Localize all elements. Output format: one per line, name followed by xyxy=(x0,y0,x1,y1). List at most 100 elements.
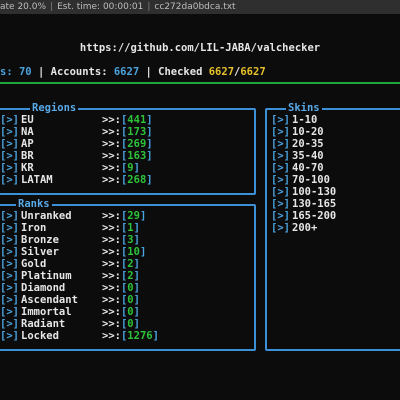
row-marker: [>] xyxy=(0,318,19,330)
skins-label: 130-165 xyxy=(292,198,337,210)
row-marker: [>] xyxy=(0,330,19,342)
row-value: >>:[3] xyxy=(102,234,140,246)
row-value: >>:[29] xyxy=(102,210,146,222)
ranks-panel: Ranks [>] Unranked >>:[29] [>] Iron >>:[1] [>]… xyxy=(0,198,256,351)
arrow-glyph: >>: xyxy=(102,210,121,222)
arrow-glyph: >>: xyxy=(102,306,121,318)
regions-count: 268 xyxy=(127,174,147,186)
regions-row: [>] AP >>:[269] xyxy=(0,138,254,150)
row-value: >>:[0] xyxy=(102,306,140,318)
row-marker: [>] xyxy=(0,270,19,282)
progress-divider xyxy=(0,82,400,84)
regions-count: 441 xyxy=(127,114,147,126)
arrow-glyph: >>: xyxy=(102,222,121,234)
ranks-row: [>] Locked >>:[1276] xyxy=(0,330,254,342)
threads-value: 70 xyxy=(18,66,32,78)
row-marker: [>] xyxy=(271,186,290,198)
row-value: >>:[2] xyxy=(102,270,140,282)
ranks-row: [>] Unranked >>:[29] xyxy=(0,210,254,222)
ranks-row: [>] Diamond >>:[0] xyxy=(0,282,254,294)
bracket-close: ] xyxy=(139,210,147,222)
ranks-count: 1276 xyxy=(127,330,153,342)
skins-label: 40-70 xyxy=(292,162,324,174)
row-value: >>:[0] xyxy=(102,318,140,330)
regions-label: LATAM xyxy=(21,174,53,186)
bracket-close: ] xyxy=(133,318,140,330)
regions-label: KR xyxy=(21,162,34,174)
ranks-row: [>] Iron >>:[1] xyxy=(0,222,254,234)
bracket-close: ] xyxy=(133,270,140,282)
ranks-label: Diamond xyxy=(21,282,66,294)
row-marker: [>] xyxy=(0,150,19,162)
est-time-text: Est. time: 00:00:01 xyxy=(57,2,144,12)
regions-count: 173 xyxy=(127,126,147,138)
row-marker: [>] xyxy=(271,162,290,174)
row-value: >>:[173] xyxy=(102,126,153,138)
accounts-label: Accounts: xyxy=(50,66,108,78)
row-marker: [>] xyxy=(0,210,19,222)
bracket-close: ] xyxy=(133,306,140,318)
ranks-label: Silver xyxy=(21,246,59,258)
row-value: >>:[268] xyxy=(102,174,153,186)
row-value: >>:[441] xyxy=(102,114,153,126)
regions-row: [>] KR >>:[9] xyxy=(0,162,254,174)
arrow-glyph: >>: xyxy=(102,330,121,342)
ranks-row: [>] Gold >>:[2] xyxy=(0,258,254,270)
row-marker: [>] xyxy=(0,174,19,186)
row-marker: [>] xyxy=(271,210,290,222)
bracket-close: ] xyxy=(139,246,147,258)
row-marker: [>] xyxy=(0,234,19,246)
arrow-glyph: >>: xyxy=(102,318,121,330)
regions-count: 269 xyxy=(127,138,147,150)
ranks-row: [>] Platinum >>:[2] xyxy=(0,270,254,282)
skins-label: 1-10 xyxy=(292,114,318,126)
ranks-label: Platinum xyxy=(21,270,72,282)
row-value: >>:[10] xyxy=(102,246,146,258)
arrow-glyph: >>: xyxy=(102,150,121,162)
repo-url: https://github.com/LIL-JABA/valchecker xyxy=(79,42,321,54)
titlebar-separator: | xyxy=(50,2,54,12)
regions-row: [>] EU >>:[441] xyxy=(0,114,254,126)
regions-count: 163 xyxy=(127,150,147,162)
ranks-label: Gold xyxy=(21,258,47,270)
row-marker: [>] xyxy=(0,306,19,318)
bracket-close: ] xyxy=(133,234,140,246)
ranks-row: [>] Radiant >>:[0] xyxy=(0,318,254,330)
regions-label: EU xyxy=(21,114,34,126)
regions-row: [>] LATAM >>:[268] xyxy=(0,174,254,186)
arrow-glyph: >>: xyxy=(102,114,121,126)
regions-label: BR xyxy=(21,150,34,162)
row-marker: [>] xyxy=(0,222,19,234)
skins-title: Skins xyxy=(286,102,322,114)
regions-row: [>] BR >>:[163] xyxy=(0,150,254,162)
regions-title: Regions xyxy=(30,102,79,114)
ranks-count: 10 xyxy=(127,246,140,258)
threads-prefix: s: xyxy=(0,66,13,78)
row-marker: [>] xyxy=(0,246,19,258)
skins-label: 35-40 xyxy=(292,150,324,162)
row-value: >>:[1276] xyxy=(102,330,159,342)
row-value: >>:[269] xyxy=(102,138,153,150)
skins-label: 20-35 xyxy=(292,138,324,150)
checked-value: 6627/6627 xyxy=(208,66,266,78)
bracket-close: ] xyxy=(133,294,140,306)
arrow-glyph: >>: xyxy=(102,258,121,270)
arrow-glyph: >>: xyxy=(102,282,121,294)
arrow-glyph: >>: xyxy=(102,294,121,306)
arrow-glyph: >>: xyxy=(102,174,121,186)
bracket-close: ] xyxy=(133,282,140,294)
bracket-close: ] xyxy=(146,138,153,150)
skins-label: 165-200 xyxy=(292,210,337,222)
skins-label: 200+ xyxy=(292,222,318,234)
stats-separator: | xyxy=(37,66,45,78)
bracket-close: ] xyxy=(146,114,153,126)
row-marker: [>] xyxy=(271,126,290,138)
row-marker: [>] xyxy=(0,162,19,174)
regions-row: [>] NA >>:[173] xyxy=(0,126,254,138)
ranks-label: Unranked xyxy=(21,210,72,222)
ranks-label: Locked xyxy=(21,330,59,342)
ranks-label: Ascendant xyxy=(21,294,78,306)
window-titlebar: ate 20.0% | Est. time: 00:00:01 | cc272da0bd… xyxy=(0,0,400,14)
row-value: >>:[163] xyxy=(102,150,153,162)
stats-separator: | xyxy=(145,66,152,78)
